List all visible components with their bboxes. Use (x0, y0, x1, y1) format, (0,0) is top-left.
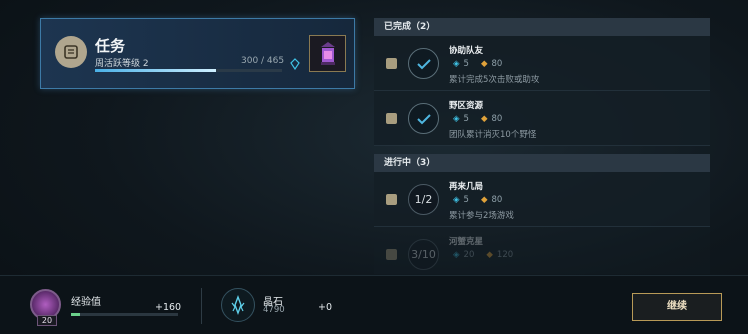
orange-reward: 80 (491, 114, 503, 124)
check-icon (408, 103, 439, 134)
scroll-icon (55, 36, 87, 68)
quest-row[interactable]: 1/2 再来几局 ◈ 5 ◆ 80 累计参与2场游戏 (374, 172, 710, 227)
mission-card[interactable]: 任务 周活跃等级 2 300 / 465 (40, 18, 355, 89)
quest-desc: 累计完成5次击败或助攻 (449, 75, 540, 85)
orange-reward: 80 (491, 59, 503, 69)
crystal-icon (221, 288, 255, 322)
coin-icon: ◆ (486, 250, 493, 260)
mission-progress-fill (95, 69, 216, 72)
scroll-icon (386, 194, 397, 205)
mission-title: 任务 (95, 37, 126, 55)
gem-icon: ◈ (453, 195, 460, 205)
blue-reward: 5 (463, 195, 469, 205)
quest-rewards: ◈ 5 ◆ 80 (453, 195, 502, 205)
orange-reward: 120 (496, 250, 514, 260)
reward-chest-icon[interactable] (309, 35, 346, 72)
orange-reward: 80 (491, 195, 503, 205)
scroll-icon (386, 249, 397, 260)
completed-header: 已完成（2） (374, 18, 710, 36)
in-progress-header: 进行中（3） (374, 154, 710, 172)
quest-name: 河蟹克星 (449, 237, 484, 247)
blue-reward: 20 (463, 250, 475, 260)
quest-row[interactable]: 野区资源 ◈ 5 ◆ 80 团队累计消灭10个野怪 (374, 91, 710, 146)
mission-subtitle: 周活跃等级 2 (95, 59, 149, 69)
quest-progress-ring: 3/10 (408, 239, 439, 270)
gem-icon (290, 55, 300, 74)
gem-icon: ◈ (453, 59, 460, 69)
quest-name: 野区资源 (449, 101, 484, 111)
xp-progress-bar (71, 313, 178, 316)
quest-rewards: ◈ 20 ◆ 120 (453, 250, 513, 260)
quest-name: 再来几局 (449, 182, 484, 192)
divider (201, 288, 202, 324)
quest-row[interactable]: 3/10 河蟹克星 ◈ 20 ◆ 120 (374, 227, 710, 274)
coin-icon: ◆ (480, 114, 488, 124)
gem-icon: ◈ (453, 250, 460, 260)
quest-desc: 累计参与2场游戏 (449, 211, 514, 221)
quest-desc: 团队累计消灭10个野怪 (449, 130, 537, 140)
continue-button[interactable]: 继续 (632, 293, 722, 321)
bottom-bar: 20 经验值 +160 晶石 4790 +0 继续 (0, 275, 748, 334)
quest-panel[interactable]: 已完成（2） 协助队友 ◈ 5 ◆ 80 累计完成5次击败或助攻 野区资源 ◈ … (374, 18, 710, 274)
xp-gain: +160 (155, 302, 182, 313)
gem-icon: ◈ (453, 114, 460, 124)
gem-count: 4790 (263, 305, 285, 315)
quest-progress-ring: 1/2 (408, 184, 439, 215)
mission-progress-text: 300 / 465 (241, 56, 285, 66)
check-icon (408, 48, 439, 79)
coin-icon: ◆ (480, 59, 488, 69)
scroll-icon (386, 113, 397, 124)
blue-reward: 5 (463, 59, 469, 69)
coin-icon: ◆ (480, 195, 488, 205)
level-badge: 20 (37, 315, 57, 326)
quest-rewards: ◈ 5 ◆ 80 (453, 59, 502, 69)
blue-reward: 5 (463, 114, 469, 124)
xp-progress-fill (71, 313, 80, 316)
scroll-icon (386, 58, 397, 69)
gem-gain: +0 (318, 302, 333, 313)
mission-progress-bar (95, 69, 282, 72)
quest-row[interactable]: 协助队友 ◈ 5 ◆ 80 累计完成5次击败或助攻 (374, 36, 710, 91)
quest-rewards: ◈ 5 ◆ 80 (453, 114, 502, 124)
xp-label: 经验值 (71, 297, 101, 308)
quest-name: 协助队友 (449, 46, 484, 56)
